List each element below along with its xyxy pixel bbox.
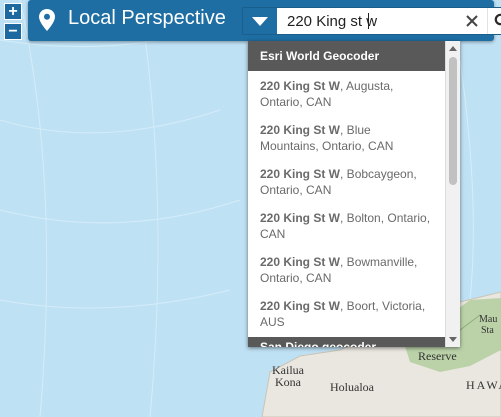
result-item[interactable]: 220 King St W, Bobcaygeon, Ontario, CAN xyxy=(248,159,460,203)
search-button[interactable] xyxy=(487,8,501,34)
result-rest: , Blue xyxy=(340,123,371,137)
zoom-in-button[interactable]: + xyxy=(4,3,22,20)
result-item[interactable]: 220 King St W, Bowmanville, Ontario, CAN xyxy=(248,247,460,291)
result-group-header: San Diego geocoder xyxy=(248,337,446,347)
result-item[interactable]: 220 King St W, Augusta, Ontario, CAN xyxy=(248,71,460,115)
result-item[interactable]: 220 King St W, Boort, Victoria, AUS xyxy=(248,291,460,335)
zoom-control: + − xyxy=(4,3,22,40)
search-source-menu-button[interactable] xyxy=(243,8,277,34)
scrollbar-thumb[interactable] xyxy=(449,57,457,185)
search-results-dropdown: Esri World Geocoder 220 King St W, Augus… xyxy=(248,41,460,347)
result-rest: , Bobcaygeon, xyxy=(340,167,417,181)
close-icon[interactable] xyxy=(464,13,480,29)
result-item[interactable]: 220 King St W, Blue Mountains, Ontario, … xyxy=(248,115,460,159)
text-cursor xyxy=(368,13,369,29)
results-scrollbar[interactable] xyxy=(445,41,460,347)
location-pin-icon xyxy=(39,9,55,36)
result-rest: , Bowmanville, xyxy=(340,255,418,269)
result-match: 220 King St W xyxy=(260,123,341,137)
map-label-holualoa: Holualoa xyxy=(330,380,374,394)
result-match: 220 King St W xyxy=(260,79,341,93)
map-label-state: Sta xyxy=(481,325,494,336)
result-match: 220 King St W xyxy=(260,299,341,313)
result-group-header: Esri World Geocoder xyxy=(248,41,460,71)
magnifier-icon xyxy=(494,13,501,26)
app-header: Local Perspective xyxy=(28,0,501,41)
result-line2: Ontario, CAN xyxy=(260,183,332,197)
search-widget xyxy=(242,7,501,35)
result-match: 220 King St W xyxy=(260,211,341,225)
result-rest: , Bolton, Ontario, xyxy=(340,211,431,225)
scroll-up-arrow-icon[interactable] xyxy=(449,46,457,51)
result-match: 220 King St W xyxy=(260,255,341,269)
app-title: Local Perspective xyxy=(68,7,226,29)
map-label-hawaii: HAWAI xyxy=(466,378,501,392)
result-line2: Mountains, Ontario, CAN xyxy=(260,139,394,153)
result-item[interactable]: 220 King St W, Bolton, Ontario, CAN xyxy=(248,203,460,247)
zoom-out-button[interactable]: − xyxy=(4,23,22,40)
result-line2: CAN xyxy=(260,227,286,241)
search-input[interactable] xyxy=(287,11,457,31)
result-rest: , Boort, Victoria, xyxy=(340,299,426,313)
scroll-down-arrow-icon[interactable] xyxy=(449,337,457,342)
result-line2: Ontario, CAN xyxy=(260,271,332,285)
result-line2: Ontario, CAN xyxy=(260,95,332,109)
result-match: 220 King St W xyxy=(260,167,341,181)
map-label-kailua-kona: Kailua Kona xyxy=(272,363,304,389)
map-label-reserve: Reserve xyxy=(418,349,457,363)
result-rest: , Augusta, xyxy=(340,79,394,93)
result-line2: AUS xyxy=(260,315,285,329)
caret-down-icon xyxy=(252,17,268,26)
map-label-mauna: Mau xyxy=(479,314,498,325)
